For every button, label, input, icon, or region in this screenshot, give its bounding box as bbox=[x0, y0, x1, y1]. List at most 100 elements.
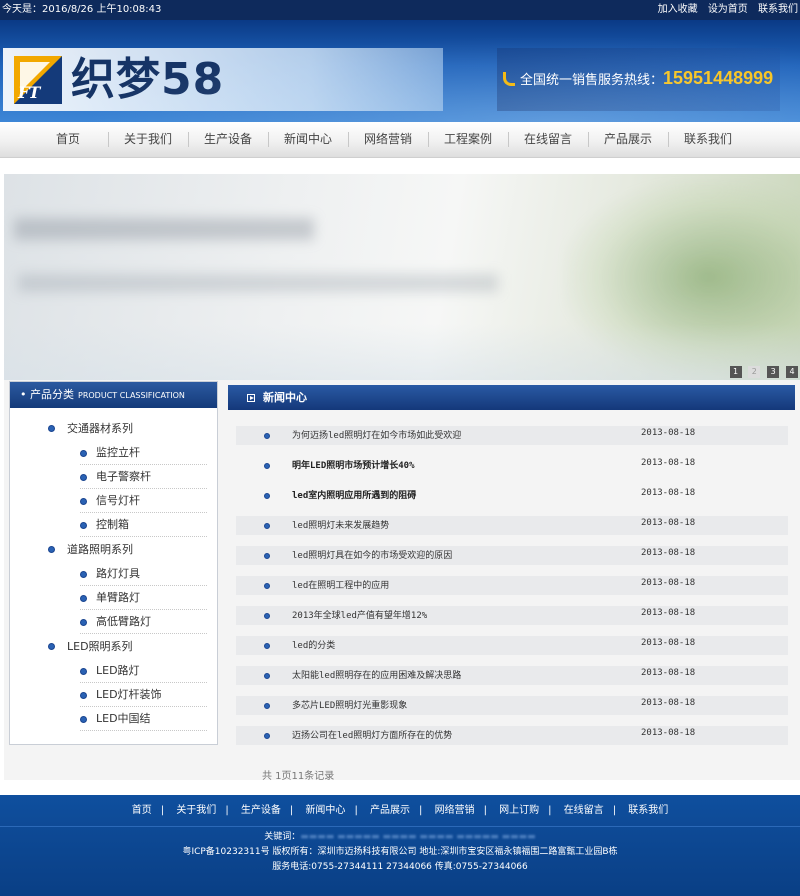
top-bar: 今天是：2016/8/26 上午10:08:43 加入收藏 设为首页 联系我们 bbox=[0, 0, 800, 20]
bullet-icon bbox=[264, 553, 270, 559]
news-row: led照明灯未来发展趋势 2013-08-18 bbox=[236, 514, 788, 544]
footer-link-contact[interactable]: 联系我们 bbox=[628, 805, 668, 816]
sidebar-title: 产品分类 bbox=[30, 388, 74, 401]
current-date: 今天是：2016/8/26 上午10:08:43 bbox=[2, 4, 162, 15]
bullet-icon bbox=[80, 571, 87, 578]
contact-us-link[interactable]: 联系我们 bbox=[758, 4, 798, 15]
news-date: 2013-08-18 bbox=[641, 428, 696, 438]
footer-link-order[interactable]: 网上订购 bbox=[499, 805, 539, 816]
news-date: 2013-08-18 bbox=[641, 668, 696, 678]
news-link[interactable]: 迈扬公司在led照明灯方面所存在的优势 bbox=[292, 728, 452, 741]
news-row: 太阳能led照明存在的应用困难及解决思路 2013-08-18 bbox=[236, 664, 788, 694]
nav-item-equipment[interactable]: 生产设备 bbox=[188, 122, 268, 158]
news-row: 多芯片LED照明灯光重影现象 2013-08-18 bbox=[236, 694, 788, 724]
hotline-panel: 全国统一销售服务热线：15951448999 bbox=[497, 48, 780, 111]
hotline-number: 15951448999 bbox=[663, 68, 774, 88]
play-icon bbox=[247, 394, 255, 402]
news-row: 迈扬公司在led照明灯方面所存在的优势 2013-08-18 bbox=[236, 724, 788, 754]
nav-item-guestbook[interactable]: 在线留言 bbox=[508, 122, 588, 158]
slide-indicators: 1 2 3 4 bbox=[727, 363, 798, 378]
news-row: led室内照明应用所遇到的阻碍 2013-08-18 bbox=[236, 484, 788, 514]
footer-link-guestbook[interactable]: 在线留言 bbox=[564, 805, 604, 816]
news-link[interactable]: 明年LED照明市场预计增长40% bbox=[292, 458, 415, 471]
nav-item-cases[interactable]: 工程案例 bbox=[428, 122, 508, 158]
set-homepage-link[interactable]: 设为首页 bbox=[708, 4, 748, 15]
nav-item-home[interactable]: 首页 bbox=[28, 122, 108, 158]
banner-slideshow[interactable]: 1 2 3 4 bbox=[4, 174, 800, 380]
news-link[interactable]: 为何迈扬led照明灯在如今市场如此受欢迎 bbox=[292, 428, 461, 441]
footer-link-products[interactable]: 产品展示 bbox=[370, 805, 410, 816]
bullet-icon bbox=[264, 733, 270, 739]
add-favorite-link[interactable]: 加入收藏 bbox=[658, 4, 698, 15]
bullet-icon bbox=[80, 522, 87, 529]
nav-item-news[interactable]: 新闻中心 bbox=[268, 122, 348, 158]
news-link[interactable]: 太阳能led照明存在的应用困难及解决思路 bbox=[292, 668, 461, 681]
news-row: led在照明工程中的应用 2013-08-18 bbox=[236, 574, 788, 604]
news-link[interactable]: led的分类 bbox=[292, 638, 335, 651]
footer-link-marketing[interactable]: 网络营销 bbox=[435, 805, 475, 816]
news-date: 2013-08-18 bbox=[641, 518, 696, 528]
bullet-icon bbox=[80, 474, 87, 481]
bullet-icon bbox=[48, 425, 55, 432]
category-item[interactable]: 监控立杆 bbox=[80, 441, 207, 465]
bullet-icon bbox=[48, 643, 55, 650]
category-item[interactable]: 路灯灯具 bbox=[80, 562, 207, 586]
news-date: 2013-08-18 bbox=[641, 578, 696, 588]
phone-icon bbox=[503, 72, 515, 86]
category-item[interactable]: 单臂路灯 bbox=[80, 586, 207, 610]
bullet-icon bbox=[80, 595, 87, 602]
footer-info: 关键词：▬▬▬▬ ▬▬▬▬▬ ▬▬▬▬ ▬▬▬▬ ▬▬▬▬▬ ▬▬▬▬ 粤ICP… bbox=[0, 827, 800, 875]
logo[interactable]: FT 织梦58 bbox=[3, 48, 443, 111]
category-traffic[interactable]: 交通器材系列 bbox=[10, 416, 217, 441]
footer-link-about[interactable]: 关于我们 bbox=[176, 805, 216, 816]
bullet-icon bbox=[48, 546, 55, 553]
news-date: 2013-08-18 bbox=[641, 488, 696, 498]
bullet-icon bbox=[80, 450, 87, 457]
category-item[interactable]: 控制箱 bbox=[80, 513, 207, 537]
category-item[interactable]: LED中国结 bbox=[80, 707, 207, 731]
news-link[interactable]: led室内照明应用所遇到的阻碍 bbox=[292, 488, 416, 501]
news-title: 新闻中心 bbox=[263, 391, 307, 404]
bullet-icon bbox=[80, 716, 87, 723]
footer-link-news[interactable]: 新闻中心 bbox=[305, 805, 345, 816]
logo-mark-text: FT bbox=[18, 83, 40, 102]
news-date: 2013-08-18 bbox=[641, 458, 696, 468]
news-link[interactable]: 多芯片LED照明灯光重影现象 bbox=[292, 698, 407, 711]
bullet-icon bbox=[264, 523, 270, 529]
news-link[interactable]: led照明灯具在如今的市场受欢迎的原因 bbox=[292, 548, 452, 561]
bullet-icon bbox=[264, 643, 270, 649]
category-item[interactable]: LED灯杆装饰 bbox=[80, 683, 207, 707]
bullet-icon bbox=[264, 703, 270, 709]
news-date: 2013-08-18 bbox=[641, 608, 696, 618]
news-link[interactable]: led照明灯未来发展趋势 bbox=[292, 518, 389, 531]
category-item[interactable]: 高低臂路灯 bbox=[80, 610, 207, 634]
news-link[interactable]: led在照明工程中的应用 bbox=[292, 578, 389, 591]
category-led-lighting[interactable]: LED照明系列 bbox=[10, 634, 217, 659]
footer-link-equipment[interactable]: 生产设备 bbox=[241, 805, 281, 816]
bullet-icon bbox=[264, 673, 270, 679]
category-item[interactable]: 信号灯杆 bbox=[80, 489, 207, 513]
category-road-lighting[interactable]: 道路照明系列 bbox=[10, 537, 217, 562]
top-links: 加入收藏 设为首页 联系我们 bbox=[651, 0, 798, 20]
news-link[interactable]: 2013年全球led产值有望年增12% bbox=[292, 608, 427, 621]
hotline: 全国统一销售服务热线：15951448999 bbox=[503, 68, 773, 89]
news-date: 2013-08-18 bbox=[641, 548, 696, 558]
footer-link-home[interactable]: 首页 bbox=[132, 805, 152, 816]
bullet-icon bbox=[264, 493, 270, 499]
category-item[interactable]: 电子警察杆 bbox=[80, 465, 207, 489]
news-row: led照明灯具在如今的市场受欢迎的原因 2013-08-18 bbox=[236, 544, 788, 574]
slide-dot[interactable]: 1 bbox=[729, 366, 742, 378]
nav-item-contact[interactable]: 联系我们 bbox=[668, 122, 748, 158]
bullet-icon bbox=[264, 433, 270, 439]
nav-item-products[interactable]: 产品展示 bbox=[588, 122, 668, 158]
slide-dot[interactable]: 2 bbox=[748, 366, 761, 378]
news-header: 新闻中心 bbox=[228, 385, 795, 410]
nav-item-about[interactable]: 关于我们 bbox=[108, 122, 188, 158]
site-footer: 首页 | 关于我们 | 生产设备 | 新闻中心 | 产品展示 | 网络营销 | 网上订购 | … bbox=[0, 795, 800, 896]
footer-copyright: 粤ICP备10232311号 版权所有：深圳市迈扬科技有限公司 地址:深圳市宝安… bbox=[182, 847, 618, 857]
slide-dot[interactable]: 4 bbox=[786, 366, 798, 378]
category-item[interactable]: LED路灯 bbox=[80, 659, 207, 683]
category-list: 交通器材系列 监控立杆 电子警察杆 信号灯杆 控制箱 道路照明系列 路灯灯具 单… bbox=[10, 408, 217, 731]
slide-dot[interactable]: 3 bbox=[767, 366, 780, 378]
nav-item-marketing[interactable]: 网络营销 bbox=[348, 122, 428, 158]
